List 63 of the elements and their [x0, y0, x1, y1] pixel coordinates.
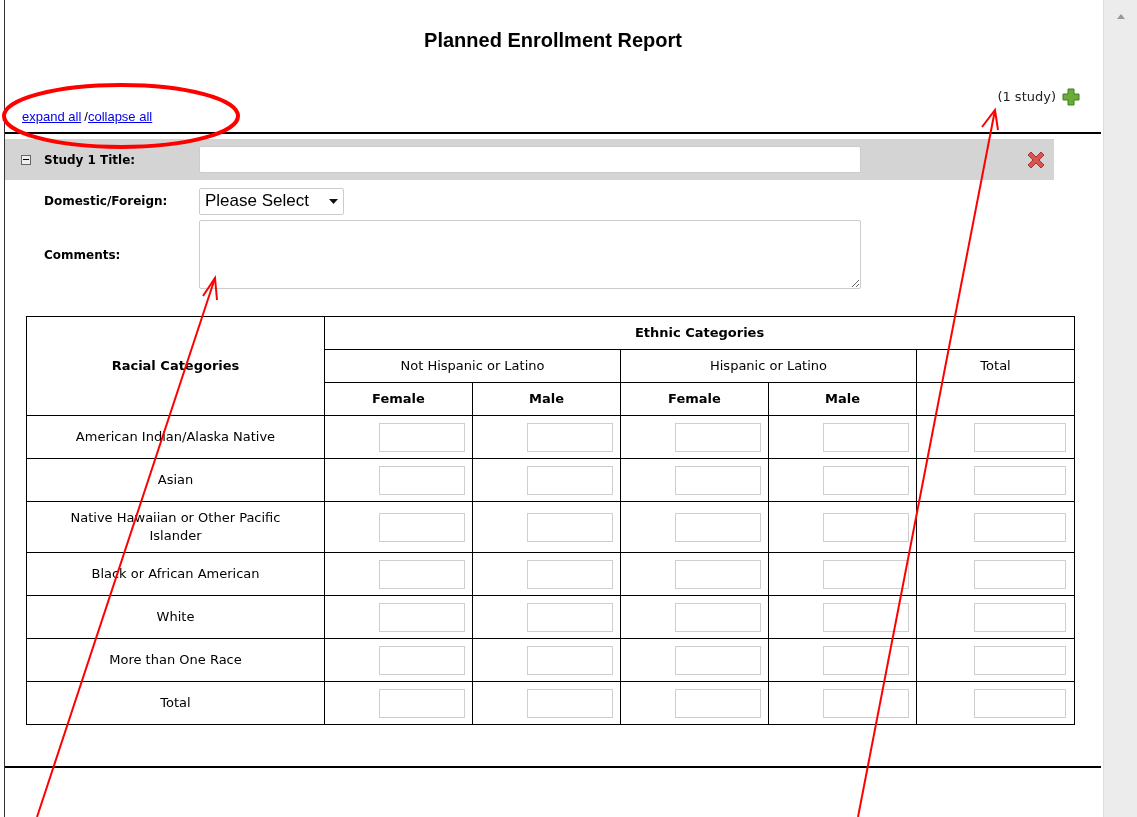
count-field[interactable]: [974, 465, 1067, 495]
count-field[interactable]: [823, 688, 909, 718]
count-field[interactable]: [675, 465, 761, 495]
count-field[interactable]: [675, 422, 761, 452]
row-label: Total: [26, 681, 325, 725]
count-field[interactable]: [823, 465, 909, 495]
count-field[interactable]: [379, 602, 465, 632]
count-field[interactable]: [823, 559, 909, 589]
count-field[interactable]: [823, 422, 909, 452]
column-header: Male: [472, 382, 621, 416]
expand-all-link[interactable]: expand all: [22, 107, 82, 127]
count-field[interactable]: [823, 645, 909, 675]
count-field[interactable]: [527, 602, 613, 632]
count-field[interactable]: [527, 688, 613, 718]
count-field[interactable]: [379, 559, 465, 589]
column-header: Female: [324, 382, 473, 416]
row-label: Asian: [26, 458, 325, 502]
count-field[interactable]: [675, 645, 761, 675]
add-icon[interactable]: [1062, 88, 1080, 106]
count-field[interactable]: [974, 512, 1067, 542]
domestic-foreign-label: Domestic/Foreign:: [44, 193, 169, 210]
column-header: Hispanic or Latino: [620, 349, 917, 383]
row-label: More than One Race: [26, 638, 325, 682]
scrollbar[interactable]: [1103, 0, 1137, 817]
study-title-field[interactable]: [199, 146, 861, 173]
count-field[interactable]: [527, 645, 613, 675]
scroll-up-icon[interactable]: [1116, 14, 1125, 19]
count-field[interactable]: [675, 512, 761, 542]
column-header: Male: [768, 382, 917, 416]
count-field[interactable]: [823, 602, 909, 632]
count-field[interactable]: [527, 422, 613, 452]
count-field[interactable]: [675, 559, 761, 589]
comments-label: Comments:: [44, 246, 122, 264]
count-field[interactable]: [974, 602, 1067, 632]
count-field[interactable]: [823, 512, 909, 542]
report-title: Planned Enrollment Report: [424, 28, 682, 53]
column-header: Female: [620, 382, 769, 416]
count-field[interactable]: [675, 688, 761, 718]
count-field[interactable]: [379, 422, 465, 452]
count-field[interactable]: [974, 422, 1067, 452]
count-field[interactable]: [527, 559, 613, 589]
count-field[interactable]: [379, 688, 465, 718]
study-title-label: Study 1 Title:: [44, 151, 137, 169]
link-separator: /: [84, 108, 88, 127]
count-field[interactable]: [379, 512, 465, 542]
count-field[interactable]: [379, 645, 465, 675]
collapse-all-link[interactable]: collapse all: [87, 107, 153, 127]
caret-icon: [329, 198, 338, 204]
comments-field[interactable]: [199, 220, 861, 289]
count-field[interactable]: [527, 465, 613, 495]
count-field[interactable]: [974, 559, 1067, 589]
row-label: White: [26, 595, 325, 639]
column-header: Ethnic Categories: [324, 316, 1075, 350]
study-count: (1 study): [997, 88, 1056, 107]
domestic-foreign-select[interactable]: Please Select: [199, 187, 344, 215]
count-field[interactable]: [974, 645, 1067, 675]
count-field[interactable]: [379, 465, 465, 495]
column-header: Not Hispanic or Latino: [324, 349, 621, 383]
column-header: Total: [916, 349, 1075, 383]
count-field[interactable]: [527, 512, 613, 542]
count-field[interactable]: [675, 602, 761, 632]
count-field[interactable]: [974, 688, 1067, 718]
collapse-icon[interactable]: [21, 154, 31, 165]
